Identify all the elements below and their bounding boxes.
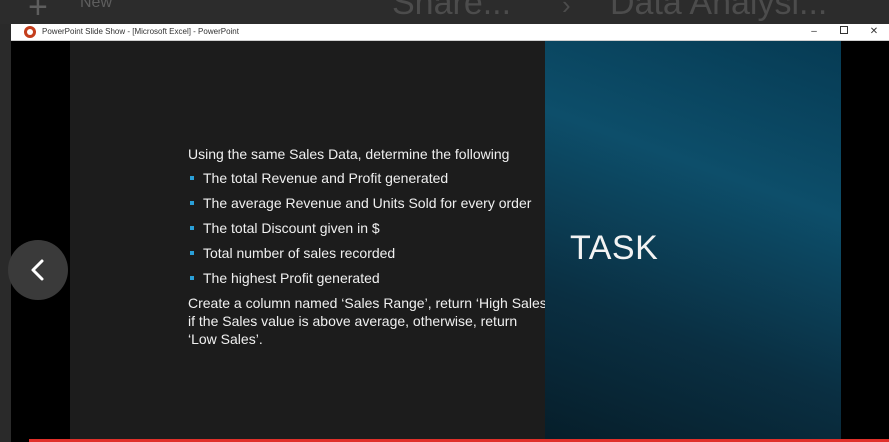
slide-text-block: Using the same Sales Data, determine the… — [188, 145, 578, 348]
window-title: PowerPoint Slide Show - [Microsoft Excel… — [42, 27, 239, 36]
new-button-label[interactable]: New — [80, 0, 112, 12]
slide-canvas[interactable]: Using the same Sales Data, determine the… — [11, 41, 889, 439]
bullet-item: The highest Profit generated — [188, 269, 578, 288]
restore-button[interactable] — [833, 24, 855, 40]
close-button[interactable]: ✕ — [863, 24, 885, 40]
task-heading: TASK — [570, 229, 659, 267]
bullet-icon — [190, 176, 194, 180]
slide-accent-panel: TASK — [545, 41, 841, 439]
bullet-item: The total Revenue and Profit generated — [188, 169, 578, 188]
powerpoint-logo-icon — [24, 26, 36, 38]
bullet-text: The total Revenue and Profit generated — [203, 170, 449, 186]
slideshow-window: PowerPoint Slide Show - [Microsoft Excel… — [11, 24, 889, 442]
bullet-icon — [190, 276, 194, 280]
bullet-text: The average Revenue and Units Sold for e… — [203, 195, 532, 211]
bullet-icon — [190, 251, 194, 255]
slide-intro: Using the same Sales Data, determine the… — [188, 146, 510, 162]
slide-content-panel: Using the same Sales Data, determine the… — [70, 41, 550, 439]
window-titlebar[interactable]: PowerPoint Slide Show - [Microsoft Excel… — [11, 24, 889, 41]
bullet-text: The total Discount given in $ — [203, 220, 380, 236]
bullet-text: Total number of sales recorded — [203, 245, 396, 261]
share-tab-label[interactable]: Share... — [392, 0, 511, 23]
previous-button[interactable] — [8, 240, 68, 300]
bullet-item: The total Discount given in $ — [188, 219, 578, 238]
bullet-icon — [190, 226, 194, 230]
bullet-item: Total number of sales recorded — [188, 244, 578, 263]
data-analysis-tab-label[interactable]: Data Analysi... — [610, 0, 827, 23]
task-bullet-list: The total Revenue and Profit generated T… — [188, 169, 578, 288]
minimize-button[interactable]: – — [803, 24, 825, 40]
bullet-icon — [190, 201, 194, 205]
chevron-right-icon: › — [562, 0, 571, 20]
plus-icon[interactable]: + — [28, 0, 48, 24]
bullet-item: The average Revenue and Units Sold for e… — [188, 194, 578, 213]
chevron-left-icon — [31, 259, 44, 281]
background-app-bar: + New Share... › Data Analysi... — [0, 0, 889, 24]
bullet-text: The highest Profit generated — [203, 270, 380, 286]
slide-closing-text: Create a column named ‘Sales Range’, ret… — [188, 295, 550, 347]
restore-icon — [840, 26, 848, 35]
